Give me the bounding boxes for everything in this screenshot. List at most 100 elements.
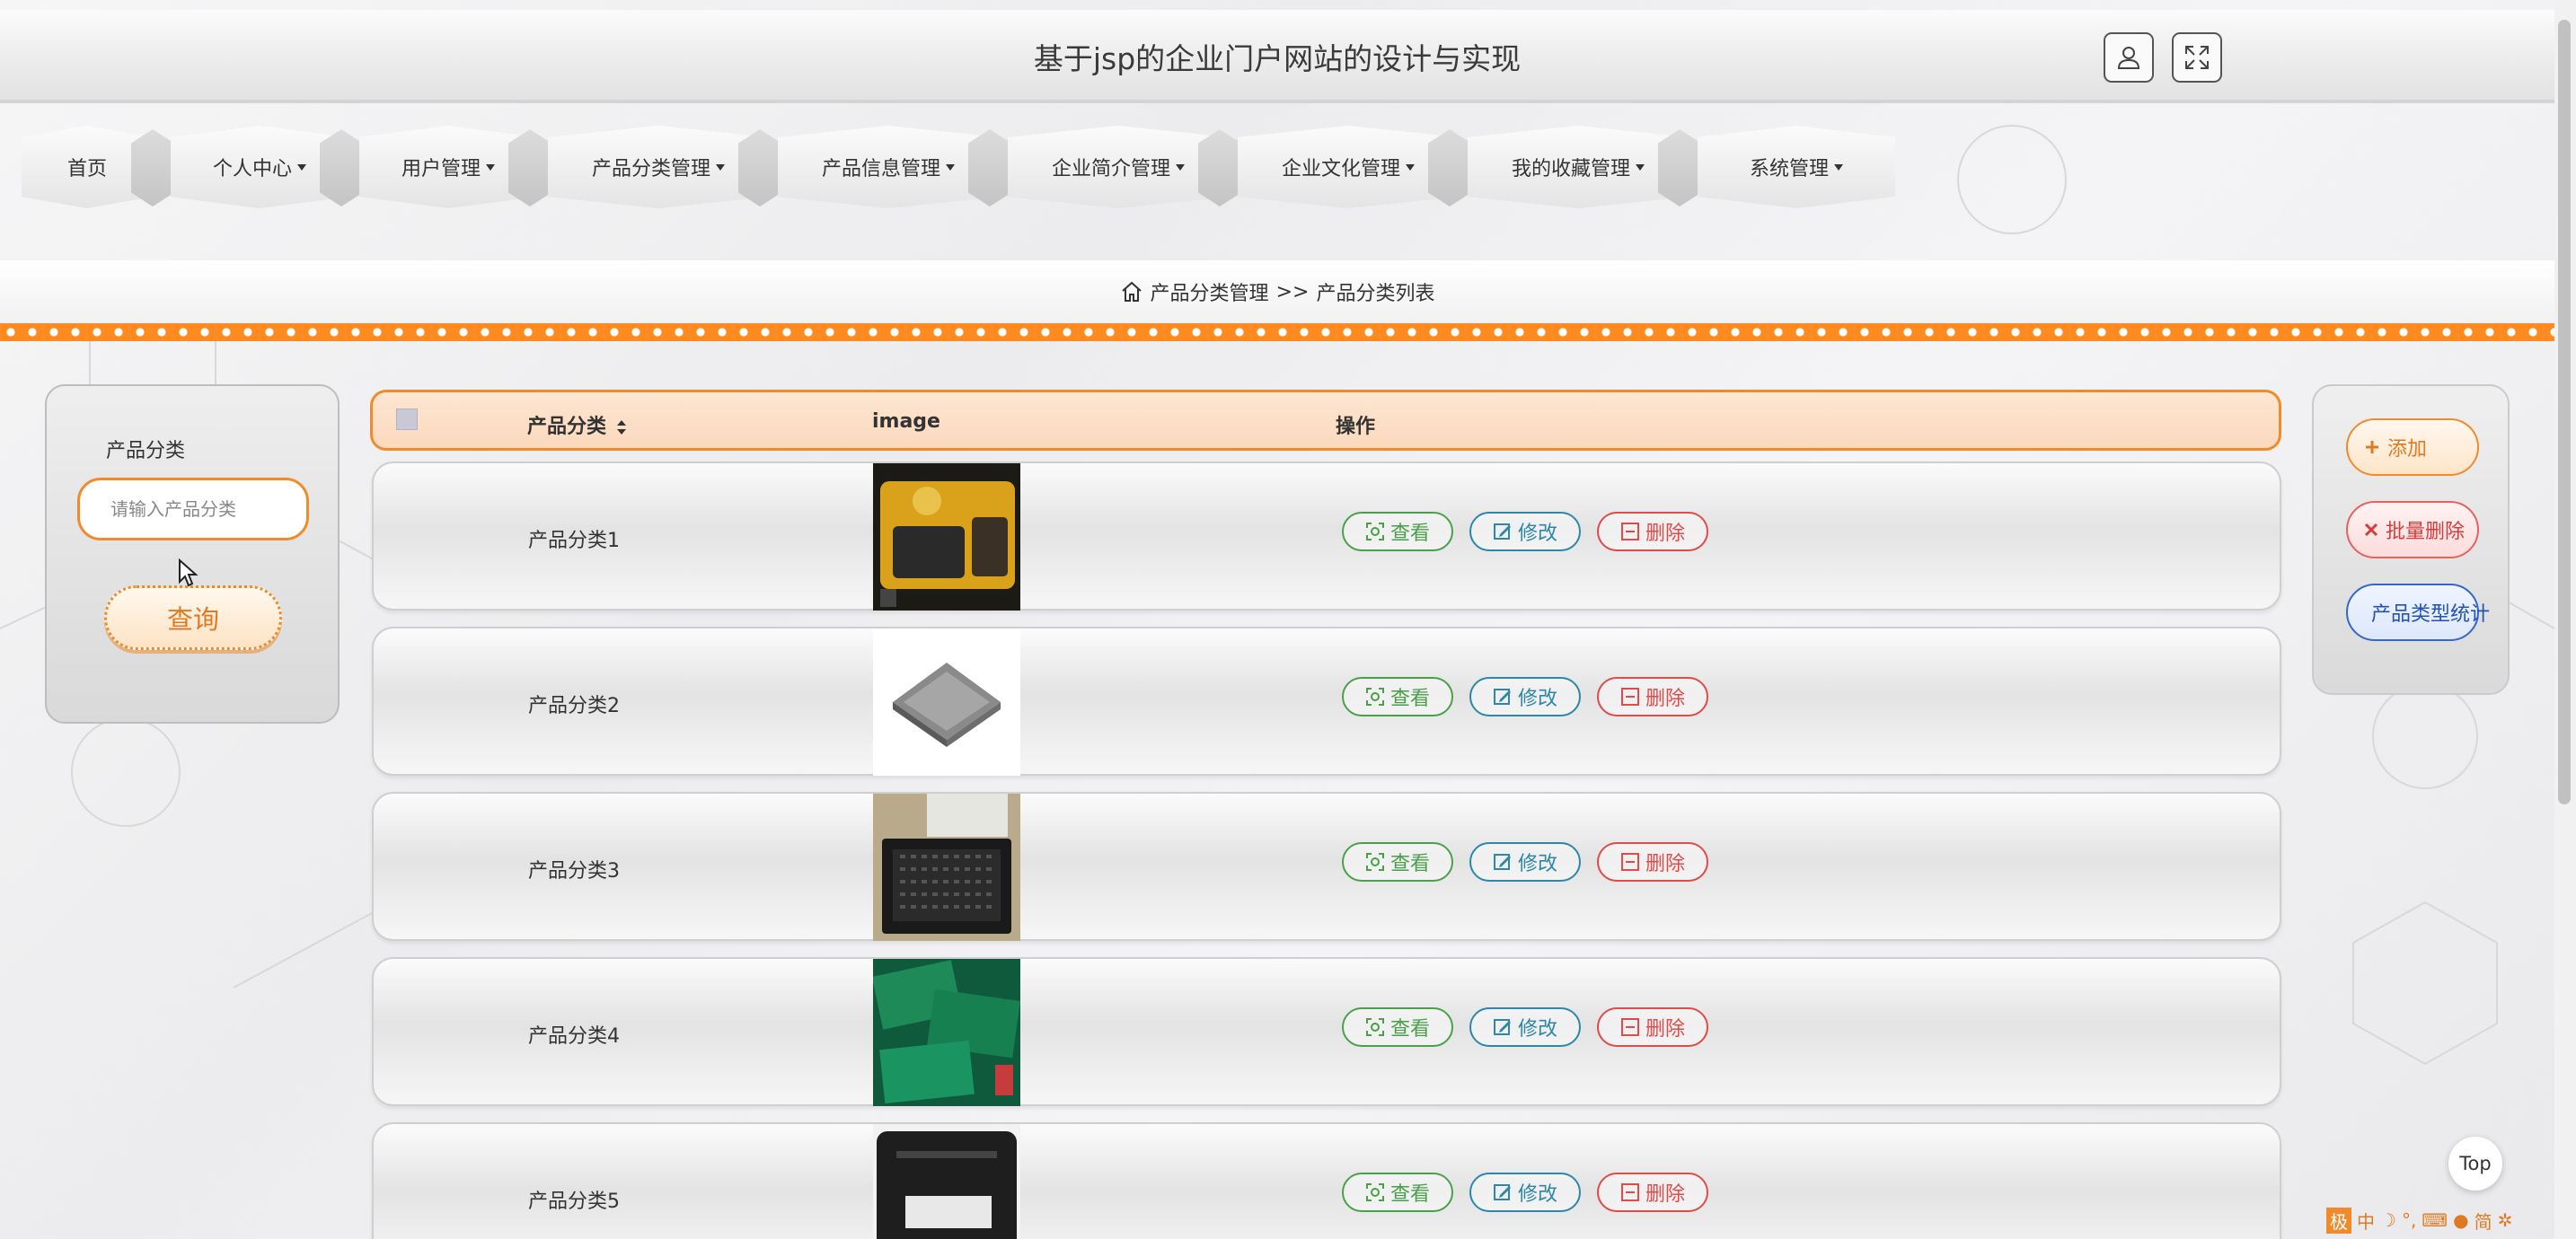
delete-icon	[1620, 1183, 1639, 1201]
search-input[interactable]	[77, 478, 309, 540]
sort-icon[interactable]	[616, 418, 627, 436]
view-label: 查看	[1389, 688, 1430, 710]
caret-down-icon	[1176, 163, 1185, 171]
edit-icon	[1493, 689, 1511, 705]
nav-label: 个人中心	[212, 158, 292, 180]
edit-button[interactable]: 修改	[1469, 1007, 1581, 1047]
ime-charset[interactable]: 简	[2475, 1208, 2492, 1234]
batch-delete-label: 批量删除	[2386, 521, 2466, 543]
category-name: 产品分类1	[528, 530, 620, 552]
product-image[interactable]	[873, 628, 1020, 776]
nav-item-product-category-management[interactable]: 产品分类管理	[548, 126, 769, 208]
nav-item-favorites-management[interactable]: 我的收藏管理	[1468, 126, 1689, 208]
edit-icon	[1493, 1184, 1511, 1200]
nav-separator	[968, 129, 1011, 206]
ime-punctuation-icon[interactable]: °,	[2402, 1209, 2416, 1231]
product-image[interactable]	[873, 1124, 1020, 1239]
delete-label: 删除	[1645, 1183, 1685, 1206]
plus-icon	[2366, 441, 2378, 453]
view-button[interactable]: 查看	[1342, 512, 1453, 551]
delete-icon	[1620, 523, 1639, 540]
ime-logo[interactable]: 极	[2326, 1207, 2351, 1234]
view-button[interactable]: 查看	[1342, 1173, 1453, 1212]
user-button[interactable]	[2104, 32, 2154, 83]
product-image[interactable]	[873, 794, 1020, 941]
caret-down-icon	[716, 163, 725, 171]
delete-button[interactable]: 删除	[1597, 512, 1708, 551]
fullscreen-button[interactable]	[2172, 32, 2222, 83]
delete-label: 删除	[1645, 1018, 1685, 1041]
delete-icon	[1620, 1018, 1639, 1036]
breadcrumb: 产品分类管理 >> 产品分类列表	[0, 277, 2554, 306]
add-label: 添加	[2387, 438, 2428, 461]
stats-label: 产品类型统计	[2371, 603, 2491, 626]
delete-button[interactable]: 删除	[1597, 842, 1708, 882]
back-to-top-button[interactable]: Top	[2448, 1137, 2502, 1191]
add-button[interactable]: 添加	[2346, 418, 2479, 476]
delete-button[interactable]: 删除	[1597, 1173, 1708, 1212]
delete-label: 删除	[1645, 688, 1685, 710]
close-icon	[2364, 523, 2378, 537]
ime-keyboard-icon[interactable]: ⌨	[2422, 1209, 2448, 1231]
view-icon	[1365, 523, 1384, 540]
breadcrumb-bar: 产品分类管理 >> 产品分类列表	[0, 260, 2554, 327]
nav-separator	[320, 129, 363, 206]
product-photo-keypad-board	[873, 794, 1020, 941]
ime-moon-icon[interactable]: ☽	[2380, 1209, 2396, 1231]
caret-down-icon	[297, 163, 306, 171]
nav-label: 产品信息管理	[821, 158, 940, 180]
product-image[interactable]	[873, 959, 1020, 1106]
product-photo-green-circuit-boards	[873, 959, 1020, 1106]
edit-button[interactable]: 修改	[1469, 677, 1581, 716]
ime-user-icon[interactable]: ●	[2453, 1209, 2468, 1231]
edit-label: 修改	[1517, 523, 1557, 545]
nav-item-company-intro-management[interactable]: 企业简介管理	[1008, 126, 1229, 208]
side-actions-panel: 添加 批量删除 产品类型统计	[2312, 384, 2510, 695]
view-icon	[1365, 688, 1384, 706]
table-row: 产品分类3 查看 修改 删除	[372, 792, 2281, 941]
nav-item-system-management[interactable]: 系统管理	[1698, 126, 1895, 208]
column-header-category[interactable]: 产品分类	[527, 410, 627, 439]
ime-mode[interactable]: 中	[2357, 1208, 2375, 1234]
edit-icon	[1493, 1019, 1511, 1035]
caret-down-icon	[1834, 163, 1843, 171]
view-label: 查看	[1389, 1018, 1430, 1041]
view-button[interactable]: 查看	[1342, 842, 1453, 882]
nav-label: 企业简介管理	[1051, 158, 1170, 180]
batch-delete-button[interactable]: 批量删除	[2346, 501, 2479, 558]
delete-button[interactable]: 删除	[1597, 677, 1708, 716]
edit-label: 修改	[1517, 853, 1557, 875]
column-header-image: image	[872, 410, 940, 433]
view-button[interactable]: 查看	[1342, 1007, 1453, 1047]
edit-button[interactable]: 修改	[1469, 1173, 1581, 1212]
view-button[interactable]: 查看	[1342, 677, 1453, 716]
column-header-label: 产品分类	[527, 416, 607, 438]
select-all-checkbox[interactable]	[396, 409, 418, 430]
edit-button[interactable]: 修改	[1469, 512, 1581, 551]
scrollbar[interactable]	[2554, 0, 2576, 1239]
nav-separator	[1428, 129, 1471, 206]
delete-button[interactable]: 删除	[1597, 1007, 1708, 1047]
nav-item-product-info-management[interactable]: 产品信息管理	[778, 126, 999, 208]
nav-separator	[508, 129, 551, 206]
edit-button[interactable]: 修改	[1469, 842, 1581, 882]
product-type-stats-button[interactable]: 产品类型统计	[2346, 584, 2490, 641]
nav-label: 用户管理	[401, 158, 481, 180]
ime-toolbar: 极 中 ☽ °, ⌨ ● 简 ✲	[2326, 1207, 2512, 1234]
nav-label: 系统管理	[1749, 158, 1829, 180]
query-button[interactable]: 查询	[104, 585, 282, 650]
category-name: 产品分类5	[528, 1191, 620, 1213]
table-row: 产品分类2 查看 修改 删除	[372, 627, 2281, 776]
home-icon[interactable]	[1120, 280, 1143, 303]
ime-settings-icon[interactable]: ✲	[2498, 1209, 2513, 1231]
nav-item-company-culture-management[interactable]: 企业文化管理	[1238, 126, 1459, 208]
product-image[interactable]	[873, 463, 1020, 611]
edit-label: 修改	[1517, 1183, 1557, 1206]
breadcrumb-section[interactable]: 产品分类管理	[1151, 277, 1269, 306]
caret-down-icon	[1636, 163, 1645, 171]
breadcrumb-separator: >>	[1275, 280, 1310, 303]
scrollbar-thumb[interactable]	[2558, 20, 2571, 804]
delete-icon	[1620, 853, 1639, 871]
table-row: 产品分类1 查看 修改 删除	[372, 461, 2281, 611]
search-label: 产品分类	[106, 440, 186, 462]
